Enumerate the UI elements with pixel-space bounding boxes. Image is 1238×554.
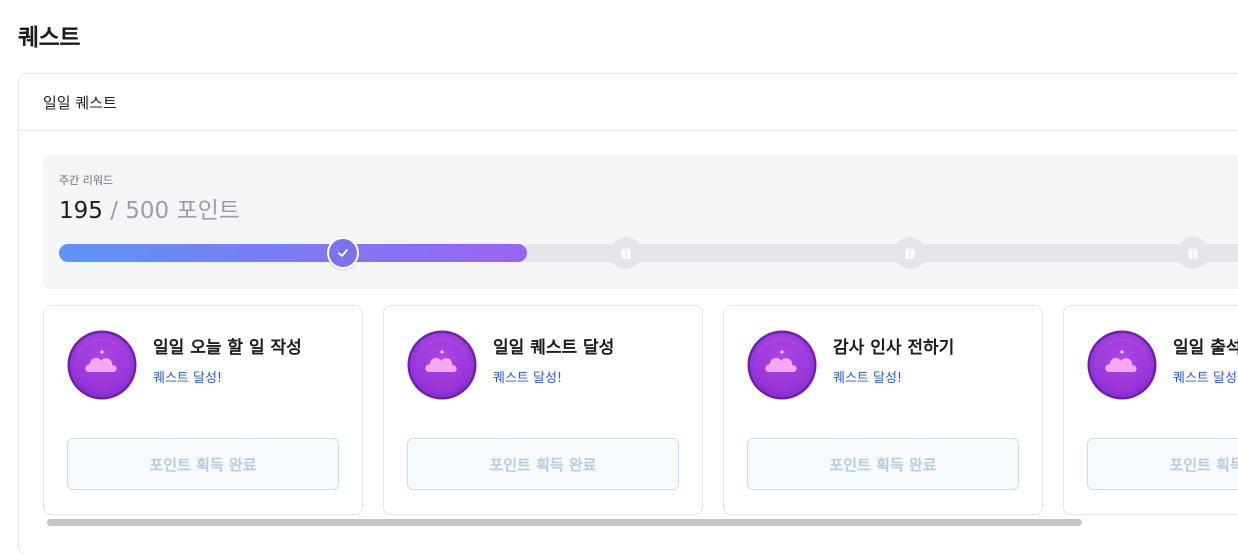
panel-title: 일일 퀘스트 xyxy=(43,93,117,112)
milestone-4-gift[interactable] xyxy=(1177,237,1209,269)
quest-status: 퀘스트 달성! xyxy=(833,371,903,386)
quest-status: 퀘스트 달성! xyxy=(1173,371,1238,386)
cloud-badge-icon xyxy=(407,330,477,400)
gift-icon xyxy=(1188,248,1198,259)
cloud-badge-icon xyxy=(747,330,817,400)
milestone-3-gift[interactable] xyxy=(894,237,926,269)
reward-total-points: / 500 포인트 xyxy=(110,198,240,224)
weekly-reward-label: 주간 리워드 xyxy=(59,174,114,187)
milestone-1-completed[interactable] xyxy=(327,237,359,269)
panel-header: 일일 퀘스트 xyxy=(19,74,1238,131)
reward-progress-bar xyxy=(59,237,1238,269)
claim-points-button[interactable]: 포인트 획득 완료 xyxy=(1087,438,1238,490)
quest-title: 일일 출석 xyxy=(1173,338,1238,358)
gift-icon xyxy=(621,248,631,259)
horizontal-scrollbar[interactable] xyxy=(43,517,1238,527)
page-title: 퀘스트 xyxy=(18,25,80,51)
milestone-2-gift[interactable] xyxy=(610,237,642,269)
quest-status: 퀘스트 달성! xyxy=(493,371,563,386)
quest-title: 일일 오늘 할 일 작성 xyxy=(153,338,302,358)
quest-title: 감사 인사 전하기 xyxy=(833,338,955,358)
weekly-reward-value: 195 / 500 포인트 xyxy=(59,191,240,225)
reward-current-points: 195 xyxy=(59,198,103,224)
scrollbar-thumb[interactable] xyxy=(47,519,1082,526)
check-icon xyxy=(338,249,348,257)
claim-points-button[interactable]: 포인트 획득 완료 xyxy=(67,438,339,490)
gift-icon xyxy=(905,248,915,259)
cloud-badge-icon xyxy=(67,330,137,400)
quest-card: 일일 퀘스트 달성 퀘스트 달성! 포인트 획득 완료 xyxy=(383,305,703,515)
claim-points-button[interactable]: 포인트 획득 완료 xyxy=(407,438,679,490)
quest-card: 일일 오늘 할 일 작성 퀘스트 달성! 포인트 획득 완료 xyxy=(43,305,363,515)
quest-status: 퀘스트 달성! xyxy=(153,371,223,386)
daily-quest-panel: 일일 퀘스트 주간 리워드 195 / 500 포인트 일일 오늘 할 일 작성… xyxy=(18,73,1238,554)
cloud-badge-icon xyxy=(1087,330,1157,400)
weekly-reward-box: 주간 리워드 195 / 500 포인트 xyxy=(43,155,1238,289)
quest-card: 감사 인사 전하기 퀘스트 달성! 포인트 획득 완료 xyxy=(723,305,1043,515)
quest-title: 일일 퀘스트 달성 xyxy=(493,338,615,358)
claim-points-button[interactable]: 포인트 획득 완료 xyxy=(747,438,1019,490)
quest-card: 일일 출석 퀘스트 달성! 포인트 획득 완료 xyxy=(1063,305,1238,515)
reward-progress-fill xyxy=(59,244,527,262)
quest-card-list: 일일 오늘 할 일 작성 퀘스트 달성! 포인트 획득 완료 일일 퀘스트 달성… xyxy=(43,305,1238,515)
